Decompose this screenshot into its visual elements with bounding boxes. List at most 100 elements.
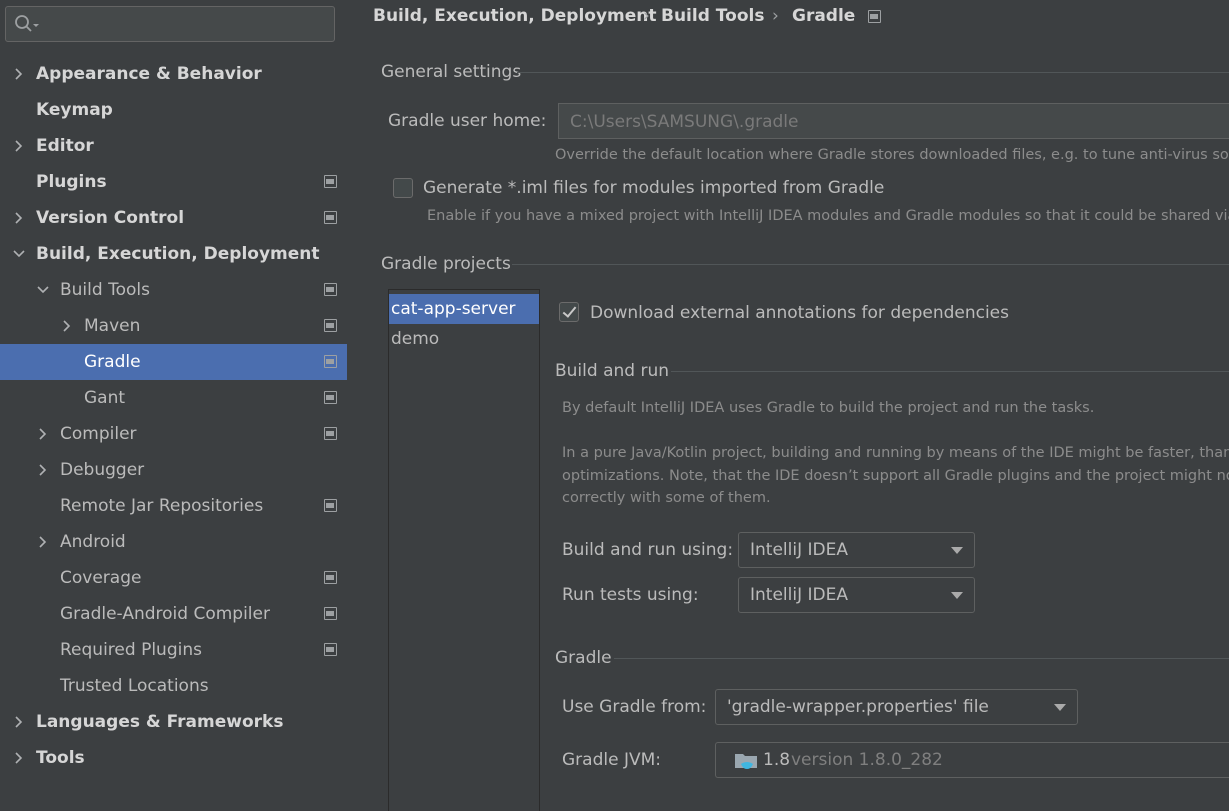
project-level-icon — [324, 643, 337, 656]
sidebar-item-label: Trusted Locations — [60, 676, 209, 696]
chevron-right-icon[interactable] — [12, 211, 26, 225]
breadcrumb-separator: › — [643, 6, 650, 26]
search-input[interactable] — [42, 11, 327, 37]
breadcrumb-item-build-tools[interactable]: Build Tools — [661, 6, 764, 26]
sidebar-item-label: Gant — [84, 388, 126, 408]
sidebar-item-tools[interactable]: Tools — [0, 740, 347, 776]
project-level-icon — [324, 571, 337, 584]
build-run-using-value: IntelliJ IDEA — [750, 540, 848, 560]
sidebar-item-maven[interactable]: Maven — [0, 308, 347, 344]
sidebar-item-coverage[interactable]: Coverage — [0, 560, 347, 596]
build-and-run-description: By default IntelliJ IDEA uses Gradle to … — [562, 400, 1095, 416]
sidebar-item-android[interactable]: Android — [0, 524, 347, 560]
sidebar-item-version-control[interactable]: Version Control — [0, 200, 347, 236]
project-level-icon — [324, 427, 337, 440]
settings-search[interactable] — [5, 6, 335, 42]
sidebar-item-label: Required Plugins — [60, 640, 202, 660]
project-level-icon — [324, 355, 337, 368]
sidebar-item-build-tools[interactable]: Build Tools — [0, 272, 347, 308]
breadcrumb-item-build-execution-deployment[interactable]: Build, Execution, Deployment — [373, 6, 657, 26]
gradle-jvm-dropdown[interactable]: 1.8 version 1.8.0_282 — [715, 742, 1229, 778]
sidebar-item-label: Coverage — [60, 568, 142, 588]
sidebar-item-gradle[interactable]: Gradle — [0, 344, 347, 380]
chevron-right-icon[interactable] — [12, 751, 26, 765]
settings-sidebar: Appearance & Behavior Keymap Editor Plugins… — [0, 0, 347, 811]
jdk-folder-icon — [734, 750, 760, 777]
chevron-right-icon[interactable] — [36, 463, 50, 477]
chevron-down-icon — [951, 547, 963, 554]
build-and-run-note-line3: correctly with some of them. — [562, 490, 771, 506]
project-list-item-demo[interactable]: demo — [389, 324, 539, 354]
sidebar-item-editor[interactable]: Editor — [0, 128, 347, 164]
sidebar-item-plugins[interactable]: Plugins — [0, 164, 347, 200]
sidebar-item-label: Remote Jar Repositories — [60, 496, 264, 516]
project-level-icon — [324, 391, 337, 404]
project-list-item-cat-app-server[interactable]: cat-app-server — [389, 294, 539, 324]
sidebar-item-label: Compiler — [60, 424, 137, 444]
sidebar-item-label: Version Control — [36, 208, 185, 228]
sidebar-item-label: Gradle — [84, 352, 141, 372]
project-level-icon — [324, 175, 337, 188]
download-annotations-label[interactable]: Download external annotations for depend… — [590, 303, 1009, 323]
sidebar-item-compiler[interactable]: Compiler — [0, 416, 347, 452]
run-tests-using-label: Run tests using: — [562, 585, 699, 605]
chevron-right-icon[interactable] — [60, 319, 74, 333]
project-level-icon — [868, 10, 881, 23]
separator — [517, 72, 1229, 73]
project-level-icon — [324, 211, 337, 224]
gradle-projects-title: Gradle projects — [381, 254, 511, 274]
sidebar-item-label: Editor — [36, 136, 94, 156]
gradle-projects-list[interactable]: cat-app-server demo — [388, 289, 540, 811]
sidebar-item-keymap[interactable]: Keymap — [0, 92, 347, 128]
run-tests-using-dropdown[interactable]: IntelliJ IDEA — [738, 577, 975, 613]
breadcrumb-item-gradle: Gradle — [792, 6, 856, 26]
build-run-using-label: Build and run using: — [562, 540, 734, 560]
chevron-down-icon — [1054, 704, 1066, 711]
breadcrumb-separator: › — [772, 6, 779, 26]
separator — [512, 264, 1229, 265]
sidebar-item-gradle-android-compiler[interactable]: Gradle-Android Compiler — [0, 596, 347, 632]
gradle-user-home-hint: Override the default location where Grad… — [555, 147, 1229, 163]
sidebar-item-remote-jar-repositories[interactable]: Remote Jar Repositories — [0, 488, 347, 524]
build-and-run-note-line1: In a pure Java/Kotlin project, building … — [562, 445, 1229, 461]
project-level-icon — [324, 607, 337, 620]
use-gradle-from-label: Use Gradle from: — [562, 697, 707, 717]
sidebar-item-gant[interactable]: Gant — [0, 380, 347, 416]
download-annotations-checkbox[interactable] — [559, 302, 579, 322]
sidebar-item-build-execution-deployment[interactable]: Build, Execution, Deployment — [0, 236, 347, 272]
sidebar-item-languages-frameworks[interactable]: Languages & Frameworks — [0, 704, 347, 740]
chevron-right-icon[interactable] — [12, 715, 26, 729]
gradle-jvm-value: 1.8 — [763, 750, 791, 770]
chevron-right-icon[interactable] — [36, 427, 50, 441]
gradle-user-home-field[interactable]: C:\Users\SAMSUNG\.gradle — [558, 103, 1229, 139]
sidebar-item-label: Languages & Frameworks — [36, 712, 284, 732]
sidebar-item-label: Build, Execution, Deployment — [36, 244, 320, 264]
build-and-run-title: Build and run — [555, 361, 670, 381]
gradle-section-title: Gradle — [555, 648, 612, 668]
chevron-right-icon[interactable] — [36, 535, 50, 549]
gradle-settings-panel: Build, Execution, Deployment › Build Too… — [347, 0, 1229, 811]
build-run-using-dropdown[interactable]: IntelliJ IDEA — [738, 532, 975, 568]
sidebar-item-label: Android — [60, 532, 126, 552]
chevron-down-icon[interactable] — [12, 247, 26, 261]
sidebar-item-label: Keymap — [36, 100, 113, 120]
use-gradle-from-value: 'gradle-wrapper.properties' file — [727, 697, 989, 717]
sidebar-item-appearance-behavior[interactable]: Appearance & Behavior — [0, 56, 347, 92]
gradle-user-home-value: C:\Users\SAMSUNG\.gradle — [570, 112, 799, 132]
chevron-right-icon[interactable] — [12, 67, 26, 81]
sidebar-item-label: Tools — [36, 748, 85, 768]
sidebar-item-label: Gradle-Android Compiler — [60, 604, 270, 624]
use-gradle-from-dropdown[interactable]: 'gradle-wrapper.properties' file — [715, 689, 1078, 725]
sidebar-item-required-plugins[interactable]: Required Plugins — [0, 632, 347, 668]
chevron-down-icon[interactable] — [36, 283, 50, 297]
run-tests-using-value: IntelliJ IDEA — [750, 585, 848, 605]
chevron-down-icon — [951, 592, 963, 599]
sidebar-item-label: Debugger — [60, 460, 145, 480]
chevron-right-icon[interactable] — [12, 139, 26, 153]
sidebar-item-trusted-locations[interactable]: Trusted Locations — [0, 668, 347, 704]
sidebar-item-debugger[interactable]: Debugger — [0, 452, 347, 488]
generate-iml-checkbox[interactable] — [393, 178, 413, 198]
generate-iml-label[interactable]: Generate *.iml files for modules importe… — [423, 178, 884, 198]
separator — [614, 658, 1229, 659]
gradle-user-home-label: Gradle user home: — [388, 111, 547, 131]
